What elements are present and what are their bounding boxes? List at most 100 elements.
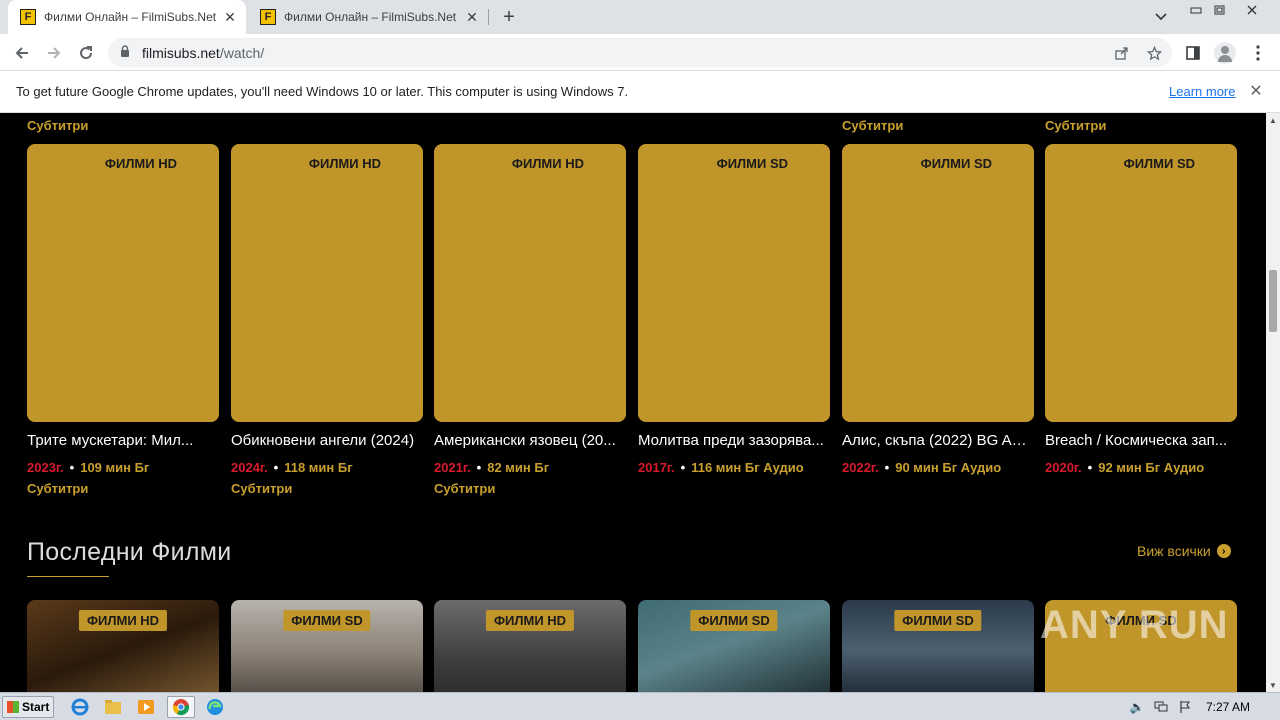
windows-taskbar: Start 🔈 7:27 AM xyxy=(0,692,1280,720)
movie-extra: Субтитри xyxy=(231,481,293,496)
anyrun-watermark: ANY RUN xyxy=(1040,603,1229,647)
latest-movie-card[interactable]: ФИЛМИ SD xyxy=(231,600,423,692)
movie-card[interactable]: ФИЛМИ SD Breach / Космическа зап... 2020… xyxy=(1045,144,1237,478)
scroll-up-icon[interactable]: ▲ xyxy=(1266,113,1280,127)
movie-title[interactable]: Трите мускетари: Мил... xyxy=(27,432,219,449)
quality-badge: ФИЛМИ SD xyxy=(690,610,778,631)
quality-badge: ФИЛМИ HD xyxy=(511,156,584,171)
edge-icon[interactable] xyxy=(203,696,227,718)
movie-poster[interactable]: ФИЛМИ SD xyxy=(638,144,830,422)
movie-title[interactable]: Breach / Космическа зап... xyxy=(1045,432,1237,449)
movie-card[interactable]: ФИЛМИ SD Алис, скъпа (2022) BG AU... 202… xyxy=(842,144,1034,478)
latest-movie-card[interactable]: ФИЛМИ HD xyxy=(434,600,626,692)
restore-icon[interactable] xyxy=(1208,2,1232,18)
start-button[interactable]: Start xyxy=(2,696,54,718)
movie-duration: 92 мин Бг Аудио xyxy=(1098,460,1205,475)
forward-arrow-icon[interactable] xyxy=(40,39,68,67)
movie-year: 2020г. xyxy=(1045,460,1082,475)
side-panel-icon[interactable] xyxy=(1180,40,1206,66)
infobar-close-icon[interactable]: ✕ xyxy=(1246,81,1266,101)
section-title: Последни Филми xyxy=(27,538,232,566)
quality-badge: ФИЛМИ SD xyxy=(283,610,371,631)
movie-card[interactable]: ФИЛМИ SD Молитва преди зазорява... 2017г… xyxy=(638,144,830,478)
quality-badge: ФИЛМИ SD xyxy=(894,610,982,631)
quality-badge: ФИЛМИ HD xyxy=(78,610,168,631)
movie-duration: 90 мин Бг Аудио xyxy=(895,460,1002,475)
volume-icon[interactable]: 🔈 xyxy=(1128,698,1146,716)
prev-row-subtitle: Субтитри xyxy=(27,118,89,133)
tab-inactive[interactable]: F Филми Онлайн – FilmiSubs.Net ✕ xyxy=(248,0,488,34)
learn-more-link[interactable]: Learn more xyxy=(1169,84,1235,99)
movie-meta: 2023г. • 109 мин Бг Субтитри xyxy=(27,460,150,496)
reload-icon[interactable] xyxy=(72,39,100,67)
latest-movie-card[interactable]: ФИЛМИ SD xyxy=(842,600,1034,692)
scrollbar-thumb[interactable] xyxy=(1269,270,1277,332)
latest-movie-card[interactable]: ФИЛМИ SD xyxy=(638,600,830,692)
chevron-right-icon: › xyxy=(1216,544,1231,558)
tab-title: Филми Онлайн – FilmiSubs.Net xyxy=(284,10,457,24)
movie-year: 2022г. xyxy=(842,460,879,475)
quality-badge: ФИЛМИ HD xyxy=(485,610,575,631)
back-arrow-icon[interactable] xyxy=(8,39,36,67)
movie-card[interactable]: ФИЛМИ HD Обикновени ангели (2024) 2024г.… xyxy=(231,144,423,499)
network-icon[interactable] xyxy=(1152,698,1170,716)
movie-poster[interactable]: ФИЛМИ SD xyxy=(842,144,1034,422)
infobar-message: To get future Google Chrome updates, you… xyxy=(16,84,629,99)
windows-logo-icon xyxy=(7,701,19,713)
tab-title: Филми Онлайн – FilmiSubs.Net xyxy=(44,10,217,24)
prev-row-subtitle: Субтитри xyxy=(1045,118,1107,133)
scroll-down-icon[interactable]: ▼ xyxy=(1266,678,1280,692)
address-bar[interactable]: filmisubs.net/watch/ xyxy=(108,38,1172,67)
share-icon[interactable] xyxy=(1112,43,1132,63)
window-close-icon[interactable] xyxy=(1240,2,1264,18)
movie-extra: Субтитри xyxy=(27,481,89,496)
tab-active[interactable]: F Филми Онлайн – FilmiSubs.Net ✕ xyxy=(8,0,246,34)
movie-year: 2021г. xyxy=(434,460,471,475)
movie-meta: 2020г. • 92 мин Бг Аудио xyxy=(1045,460,1205,475)
movie-poster[interactable]: ФИЛМИ HD xyxy=(27,144,219,422)
new-tab-button[interactable]: + xyxy=(497,5,521,29)
prev-row-subtitle: Субтитри xyxy=(842,118,904,133)
tab-search-chevron-icon[interactable] xyxy=(1150,7,1172,27)
tab-close-icon[interactable]: ✕ xyxy=(462,7,482,27)
movie-title[interactable]: Американски язовец (20... xyxy=(434,432,626,449)
page-scrollbar[interactable]: ▲ ▼ xyxy=(1266,113,1280,692)
movie-poster[interactable]: ФИЛМИ HD xyxy=(231,144,423,422)
quality-badge: ФИЛМИ SD xyxy=(716,156,788,171)
minimize-icon[interactable] xyxy=(1184,2,1208,18)
movie-meta: 2021г. • 82 мин Бг Субтитри xyxy=(434,460,550,496)
movie-duration: 118 мин Бг xyxy=(284,460,353,475)
chrome-taskbar-icon[interactable] xyxy=(167,696,195,718)
movie-year: 2017г. xyxy=(638,460,675,475)
quality-badge: ФИЛМИ HD xyxy=(104,156,177,171)
update-infobar: To get future Google Chrome updates, you… xyxy=(0,71,1280,113)
lock-icon[interactable] xyxy=(120,45,130,58)
movie-duration: 82 мин Бг xyxy=(487,460,550,475)
movie-poster[interactable]: ФИЛМИ HD xyxy=(434,144,626,422)
movie-extra: Субтитри xyxy=(434,481,496,496)
internet-explorer-icon[interactable] xyxy=(68,696,92,718)
movie-duration: 116 мин Бг Аудио xyxy=(691,460,804,475)
filmisubs-favicon-icon: F xyxy=(20,9,36,25)
view-all-label: Виж всички xyxy=(1137,543,1211,559)
url-text[interactable]: filmisubs.net/watch/ xyxy=(142,45,264,61)
movie-year: 2024г. xyxy=(231,460,268,475)
bookmark-star-icon[interactable] xyxy=(1144,43,1164,63)
movie-title[interactable]: Молитва преди зазорява... xyxy=(638,432,830,449)
menu-kebab-icon[interactable] xyxy=(1245,40,1271,66)
latest-movie-card[interactable]: ФИЛМИ HD xyxy=(27,600,219,692)
movie-title[interactable]: Алис, скъпа (2022) BG AU... xyxy=(842,432,1034,449)
movie-title[interactable]: Обикновени ангели (2024) xyxy=(231,432,423,449)
tab-close-icon[interactable]: ✕ xyxy=(220,7,240,27)
action-center-flag-icon[interactable] xyxy=(1176,698,1194,716)
media-player-icon[interactable] xyxy=(134,696,158,718)
quality-badge: ФИЛМИ SD xyxy=(1123,156,1195,171)
quality-badge: ФИЛМИ HD xyxy=(308,156,381,171)
file-explorer-icon[interactable] xyxy=(101,696,125,718)
movie-card[interactable]: ФИЛМИ HD Трите мускетари: Мил... 2023г. •… xyxy=(27,144,219,499)
movie-card[interactable]: ФИЛМИ HD Американски язовец (20... 2021г… xyxy=(434,144,626,499)
view-all-link[interactable]: Виж всички › xyxy=(1137,543,1231,559)
profile-avatar-icon[interactable] xyxy=(1214,42,1236,64)
movie-meta: 2017г. • 116 мин Бг Аудио xyxy=(638,460,804,475)
movie-poster[interactable]: ФИЛМИ SD xyxy=(1045,144,1237,422)
